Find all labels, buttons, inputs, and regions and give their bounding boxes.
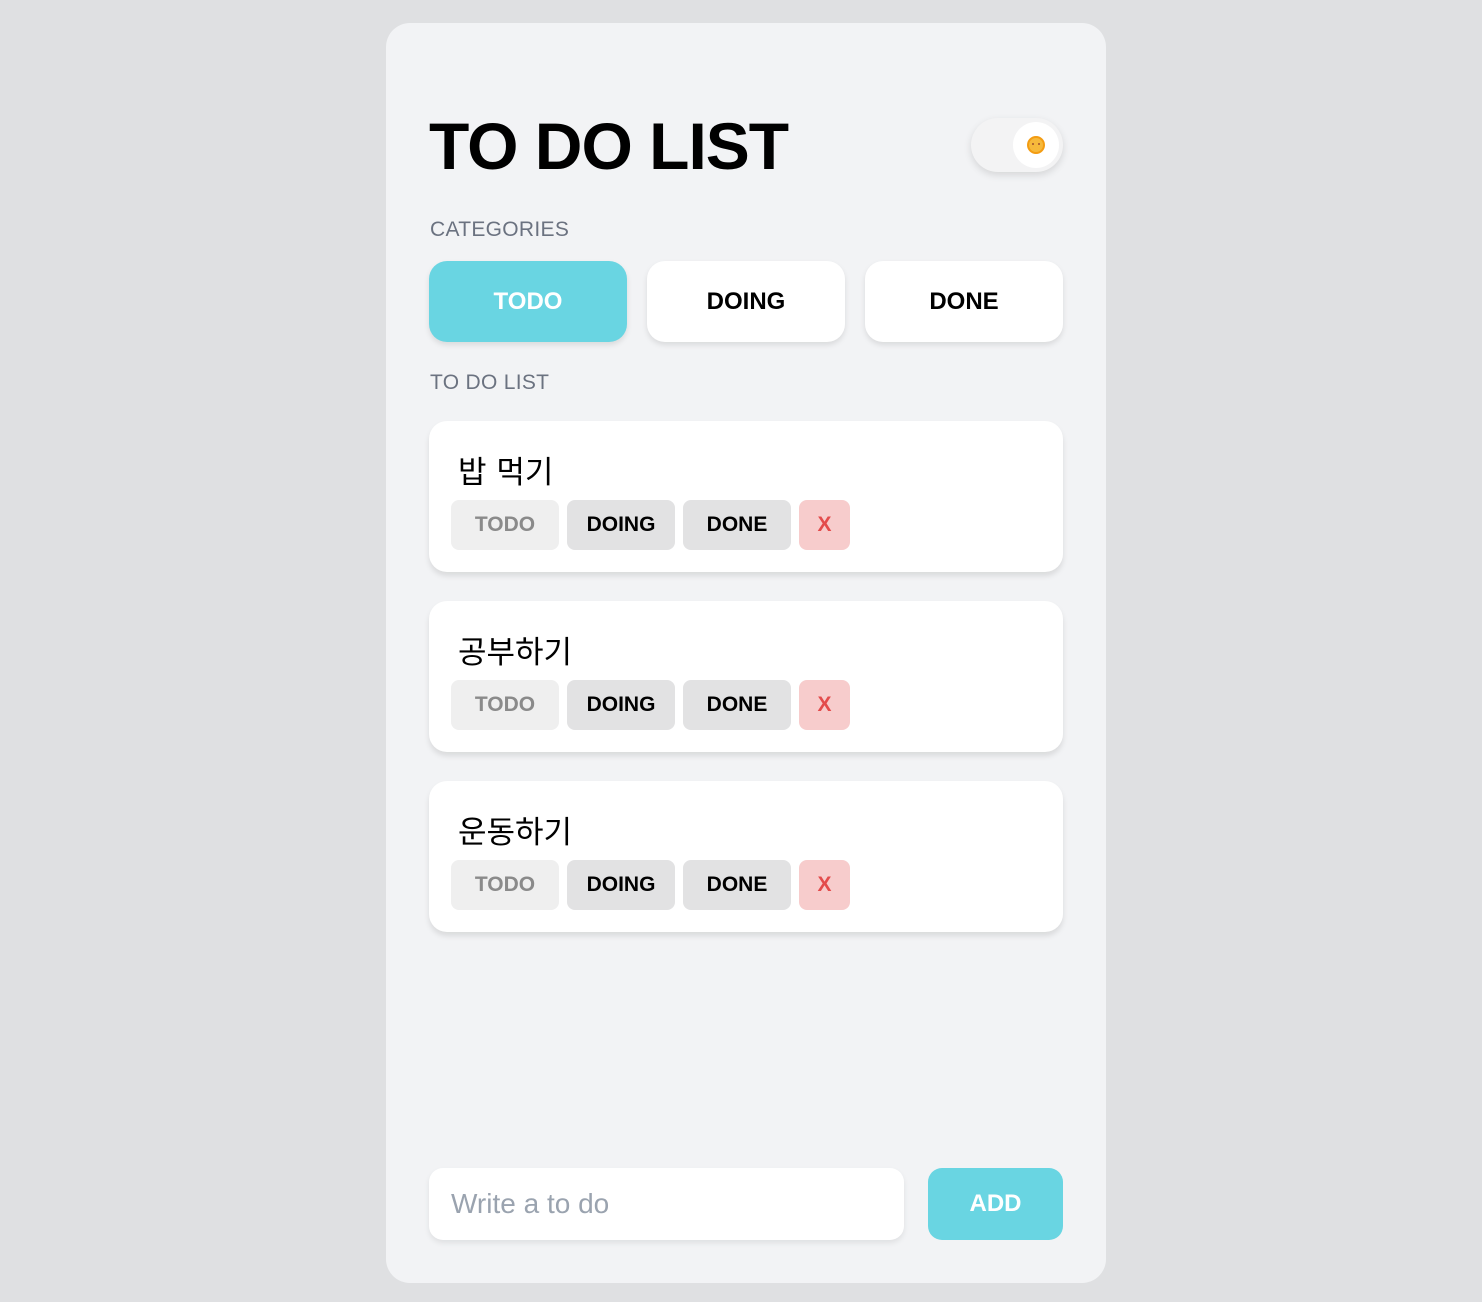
move-to-doing-button[interactable]: DOING — [567, 860, 675, 910]
categories-label: CATEGORIES — [430, 218, 570, 241]
move-to-doing-button[interactable]: DOING — [567, 680, 675, 730]
theme-toggle[interactable] — [971, 118, 1063, 172]
todo-item: 운동하기 TODO DOING DONE X — [429, 781, 1063, 932]
delete-todo-button[interactable]: X — [799, 860, 850, 910]
todo-list-label: TO DO LIST — [430, 371, 550, 394]
todo-item-actions: TODO DOING DONE X — [451, 680, 850, 730]
category-doing-button[interactable]: DOING — [647, 261, 845, 342]
move-to-todo-button[interactable]: TODO — [451, 680, 559, 730]
todo-item-actions: TODO DOING DONE X — [451, 860, 850, 910]
category-todo-button[interactable]: TODO — [429, 261, 627, 342]
sun-icon — [1027, 136, 1045, 154]
todo-list: 밥 먹기 TODO DOING DONE X 공부하기 TODO DOING D… — [429, 421, 1063, 961]
category-done-button[interactable]: DONE — [865, 261, 1063, 342]
todo-item-actions: TODO DOING DONE X — [451, 500, 850, 550]
add-todo-form: ADD — [429, 1168, 1063, 1240]
add-button[interactable]: ADD — [928, 1168, 1063, 1240]
toggle-knob[interactable] — [1013, 122, 1059, 168]
todo-app-panel: TO DO LIST CATEGORIES TODO DOING DONE TO… — [386, 23, 1106, 1283]
todo-item: 밥 먹기 TODO DOING DONE X — [429, 421, 1063, 572]
todo-item-text: 운동하기 — [458, 815, 573, 851]
move-to-done-button[interactable]: DONE — [683, 680, 791, 730]
move-to-done-button[interactable]: DONE — [683, 500, 791, 550]
delete-todo-button[interactable]: X — [799, 500, 850, 550]
delete-todo-button[interactable]: X — [799, 680, 850, 730]
move-to-done-button[interactable]: DONE — [683, 860, 791, 910]
todo-input[interactable] — [429, 1168, 904, 1240]
todo-item-text: 밥 먹기 — [458, 455, 554, 491]
move-to-todo-button[interactable]: TODO — [451, 500, 559, 550]
category-tabs: TODO DOING DONE — [429, 261, 1063, 342]
todo-item: 공부하기 TODO DOING DONE X — [429, 601, 1063, 752]
page-title: TO DO LIST — [429, 109, 789, 183]
move-to-doing-button[interactable]: DOING — [567, 500, 675, 550]
todo-item-text: 공부하기 — [458, 635, 573, 671]
move-to-todo-button[interactable]: TODO — [451, 860, 559, 910]
